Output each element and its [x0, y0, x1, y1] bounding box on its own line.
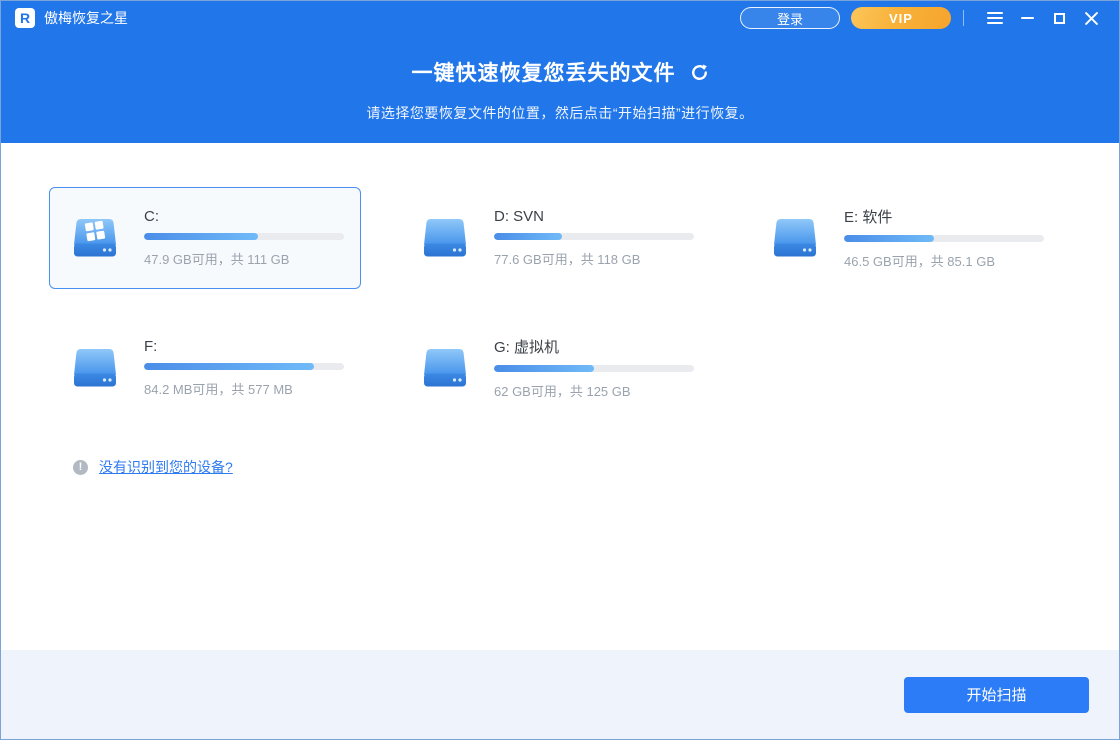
- close-button[interactable]: [1078, 5, 1104, 31]
- drive-icon: [421, 214, 469, 262]
- drive-usage-bar: [494, 233, 694, 240]
- footer: 开始扫描: [1, 650, 1119, 739]
- app-title: 傲梅恢复之星: [44, 8, 128, 28]
- drive-card-G[interactable]: G: 虚拟机 62 GB可用，共 125 GB: [399, 317, 711, 419]
- drive-label: F:: [144, 338, 344, 355]
- device-help-link[interactable]: 没有识别到您的设备?: [99, 457, 233, 477]
- drive-label: G: 虚拟机: [494, 336, 694, 357]
- drive-grid: C: 47.9 GB可用，共 111 GB D: SVN 77: [49, 187, 1071, 419]
- drive-capacity-text: 62 GB可用，共 125 GB: [494, 381, 694, 400]
- header-center: 一键快速恢复您丢失的文件 请选择您要恢复文件的位置，然后点击“开始扫描”进行恢复…: [1, 57, 1119, 123]
- drive-icon: [71, 344, 119, 392]
- drive-card-D[interactable]: D: SVN 77.6 GB可用，共 118 GB: [399, 187, 711, 289]
- drive-label: C:: [144, 208, 344, 225]
- drive-card-F[interactable]: F: 84.2 MB可用，共 577 MB: [49, 317, 361, 419]
- app-logo-icon: R: [15, 8, 35, 28]
- header: R 傲梅恢复之星 登录 VIP: [1, 1, 1119, 143]
- hamburger-icon: [987, 12, 1003, 24]
- drive-usage-bar: [144, 363, 344, 370]
- drive-label: E: 软件: [844, 206, 1044, 227]
- drive-label: D: SVN: [494, 208, 694, 225]
- drive-usage-fill: [144, 233, 258, 240]
- drive-text: E: 软件 46.5 GB可用，共 85.1 GB: [844, 206, 1044, 270]
- vip-button[interactable]: VIP: [851, 7, 951, 29]
- drive-usage-bar: [844, 235, 1044, 242]
- drive-card-E[interactable]: E: 软件 46.5 GB可用，共 85.1 GB: [749, 187, 1061, 289]
- titlebar-divider: [963, 10, 964, 26]
- drive-usage-fill: [494, 233, 562, 240]
- drive-capacity-text: 47.9 GB可用，共 111 GB: [144, 249, 344, 268]
- drive-capacity-text: 84.2 MB可用，共 577 MB: [144, 379, 344, 398]
- drive-usage-bar: [144, 233, 344, 240]
- page-title-text: 一键快速恢复您丢失的文件: [412, 57, 676, 87]
- drive-usage-fill: [144, 363, 314, 370]
- drive-text: D: SVN 77.6 GB可用，共 118 GB: [494, 208, 694, 268]
- close-icon: [1085, 12, 1098, 25]
- page-subtitle: 请选择您要恢复文件的位置，然后点击“开始扫描”进行恢复。: [1, 103, 1119, 123]
- app-window: R 傲梅恢复之星 登录 VIP: [0, 0, 1120, 740]
- drive-usage-bar: [494, 365, 694, 372]
- brand: R 傲梅恢复之星: [15, 8, 128, 28]
- info-icon: !: [73, 460, 88, 475]
- drive-usage-fill: [494, 365, 594, 372]
- drive-icon: [771, 214, 819, 262]
- drive-text: G: 虚拟机 62 GB可用，共 125 GB: [494, 336, 694, 400]
- drive-capacity-text: 77.6 GB可用，共 118 GB: [494, 249, 694, 268]
- maximize-icon: [1054, 13, 1065, 24]
- title-bar: R 傲梅恢复之星 登录 VIP: [1, 1, 1119, 35]
- minimize-button[interactable]: [1014, 5, 1040, 31]
- drive-icon: [71, 214, 119, 262]
- start-scan-button[interactable]: 开始扫描: [904, 677, 1089, 713]
- drive-text: C: 47.9 GB可用，共 111 GB: [144, 208, 344, 268]
- drive-icon: [421, 344, 469, 392]
- page-title: 一键快速恢复您丢失的文件: [412, 57, 709, 87]
- drive-capacity-text: 46.5 GB可用，共 85.1 GB: [844, 251, 1044, 270]
- help-row: ! 没有识别到您的设备?: [73, 457, 1071, 477]
- login-button[interactable]: 登录: [740, 7, 840, 29]
- maximize-button[interactable]: [1046, 5, 1072, 31]
- drive-card-C[interactable]: C: 47.9 GB可用，共 111 GB: [49, 187, 361, 289]
- header-actions: 登录 VIP: [740, 5, 1104, 31]
- refresh-icon[interactable]: [690, 63, 709, 82]
- main-content: C: 47.9 GB可用，共 111 GB D: SVN 77: [1, 143, 1119, 650]
- drive-usage-fill: [844, 235, 934, 242]
- menu-button[interactable]: [982, 5, 1008, 31]
- minimize-icon: [1021, 17, 1034, 19]
- drive-text: F: 84.2 MB可用，共 577 MB: [144, 338, 344, 398]
